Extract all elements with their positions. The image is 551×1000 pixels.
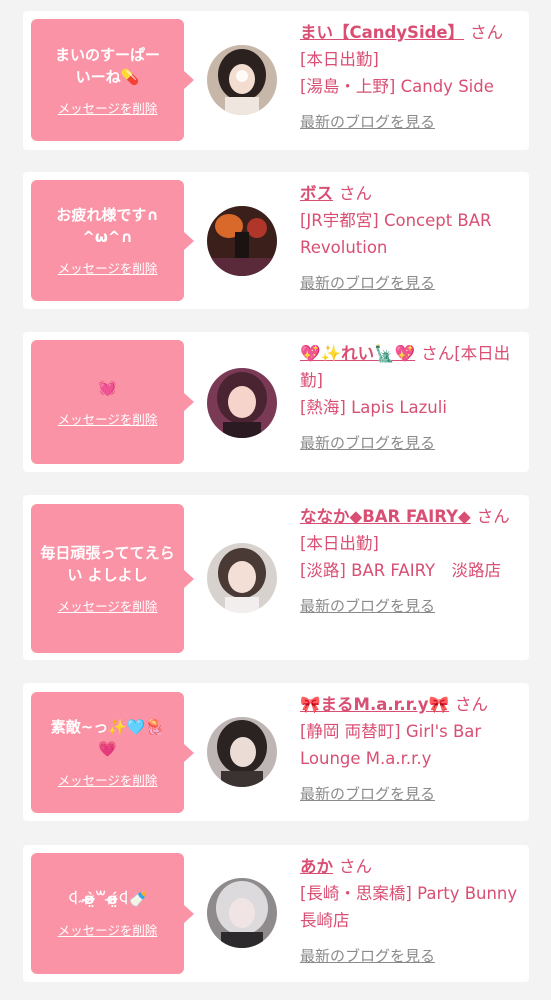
message-text: ꒉ˶ʚ̴̶̷̤̀꒳ɞ̴̶̷̤́ꒉ🍼	[67, 890, 148, 908]
work-status: [本日出勤]	[300, 50, 379, 69]
sender-info: 💖✨れい🗽💖 さん[本日出勤] [熱海] Lapis Lazuli 最新のブログを…	[300, 340, 522, 457]
sender-name-link[interactable]: ボス	[300, 184, 333, 203]
honorific: さん	[455, 695, 489, 714]
latest-blog-link[interactable]: 最新のブログを見る	[300, 270, 435, 297]
message-bubble: お疲れ様です∩^ω^∩ メッセージを削除	[31, 180, 194, 301]
honorific: さん	[476, 507, 510, 526]
message-bubble: 💓 メッセージを削除	[31, 340, 194, 464]
avatar[interactable]	[207, 45, 277, 115]
sender-name-link[interactable]: 🎀まるM.a.r.r.y🎀	[300, 695, 449, 714]
message-bubble: まいのすーぱーいーね💊 メッセージを削除	[31, 19, 194, 141]
sender-info: まい【CandySide】 さん [本日出勤] [湯島・上野] Candy Sid…	[300, 19, 522, 136]
message-card: 素敵~っ✨🩵🪼💗 メッセージを削除 🎀まるM.a.r.r.y🎀 さん [静岡 両替…	[23, 683, 529, 821]
latest-blog-link[interactable]: 最新のブログを見る	[300, 430, 435, 457]
latest-blog-link[interactable]: 最新のブログを見る	[300, 593, 435, 620]
latest-blog-link[interactable]: 最新のブログを見る	[300, 781, 435, 808]
avatar[interactable]	[207, 368, 277, 438]
delete-message-link[interactable]: メッセージを削除	[58, 596, 158, 615]
honorific: さん	[421, 344, 455, 363]
message-text: お疲れ様です∩^ω^∩	[56, 206, 159, 246]
delete-message-link[interactable]: メッセージを削除	[58, 98, 158, 117]
avatar[interactable]	[207, 543, 277, 613]
message-card: 💓 メッセージを削除 💖✨れい🗽💖 さん[本日出勤] [熱海] Lapis Laz…	[23, 332, 529, 472]
message-bubble: ꒉ˶ʚ̴̶̷̤̀꒳ɞ̴̶̷̤́ꒉ🍼 メッセージを削除	[31, 853, 194, 974]
message-card: まいのすーぱーいーね💊 メッセージを削除 まい【CandySide】 さん [本日…	[23, 11, 529, 150]
message-text: まいのすーぱーいーね💊	[54, 45, 160, 86]
sender-info: あか さん [長崎・思案橋] Party Bunny 長崎店 最新のブログを見る	[300, 853, 522, 970]
sender-name-link[interactable]: 💖✨れい🗽💖	[300, 344, 415, 363]
delete-message-link[interactable]: メッセージを削除	[58, 920, 158, 939]
sender-name-link[interactable]: ななか◆BAR FAIRY◆	[300, 507, 471, 526]
message-card: お疲れ様です∩^ω^∩ メッセージを削除 ボス さん [JR宇都宮] Concep…	[23, 172, 529, 309]
message-list: まいのすーぱーいーね💊 メッセージを削除 まい【CandySide】 さん [本日…	[0, 0, 551, 1000]
honorific: さん	[339, 184, 372, 203]
avatar[interactable]	[207, 878, 277, 948]
delete-message-link[interactable]: メッセージを削除	[58, 409, 158, 428]
message-card: ꒉ˶ʚ̴̶̷̤̀꒳ɞ̴̶̷̤́ꒉ🍼 メッセージを削除 あか さん [長崎・思案橋]…	[23, 845, 529, 982]
message-bubble: 素敵~っ✨🩵🪼💗 メッセージを削除	[31, 692, 194, 813]
shop-name: [長崎・思案橋] Party Bunny 長崎店	[300, 884, 518, 930]
latest-blog-link[interactable]: 最新のブログを見る	[300, 943, 435, 970]
shop-name: [熱海] Lapis Lazuli	[300, 398, 447, 417]
message-card: 毎日頑張っててえらい よしよし メッセージを削除 ななか◆BAR FAIRY◆ さ…	[23, 495, 529, 660]
sender-info: ボス さん [JR宇都宮] Concept BAR Revolution 最新のブ…	[300, 180, 522, 297]
message-text: 💓	[98, 378, 117, 397]
delete-message-link[interactable]: メッセージを削除	[58, 258, 158, 277]
honorific: さん	[470, 23, 504, 42]
delete-message-link[interactable]: メッセージを削除	[58, 770, 158, 789]
shop-name: [淡路] BAR FAIRY 淡路店	[300, 561, 502, 580]
message-bubble: 毎日頑張っててえらい よしよし メッセージを削除	[31, 504, 194, 653]
message-text: 毎日頑張っててえらい よしよし	[40, 544, 175, 584]
work-status: [本日出勤]	[300, 534, 379, 553]
shop-name: [JR宇都宮] Concept BAR Revolution	[300, 211, 492, 257]
sender-name-link[interactable]: まい【CandySide】	[300, 23, 464, 42]
latest-blog-link[interactable]: 最新のブログを見る	[300, 109, 435, 136]
sender-name-link[interactable]: あか	[300, 857, 333, 876]
shop-name: [湯島・上野] Candy Side	[300, 77, 494, 96]
honorific: さん	[339, 857, 372, 876]
avatar[interactable]	[207, 717, 277, 787]
message-text: 素敵~っ✨🩵🪼💗	[50, 718, 165, 758]
sender-info: ななか◆BAR FAIRY◆ さん [本日出勤] [淡路] BAR FAIRY 淡路…	[300, 503, 522, 620]
sender-info: 🎀まるM.a.r.r.y🎀 さん [静岡 両替町] Girl's Bar Loun…	[300, 691, 522, 808]
shop-name: [静岡 両替町] Girl's Bar Lounge M.a.r.r.y	[300, 722, 482, 768]
avatar[interactable]	[207, 206, 277, 276]
